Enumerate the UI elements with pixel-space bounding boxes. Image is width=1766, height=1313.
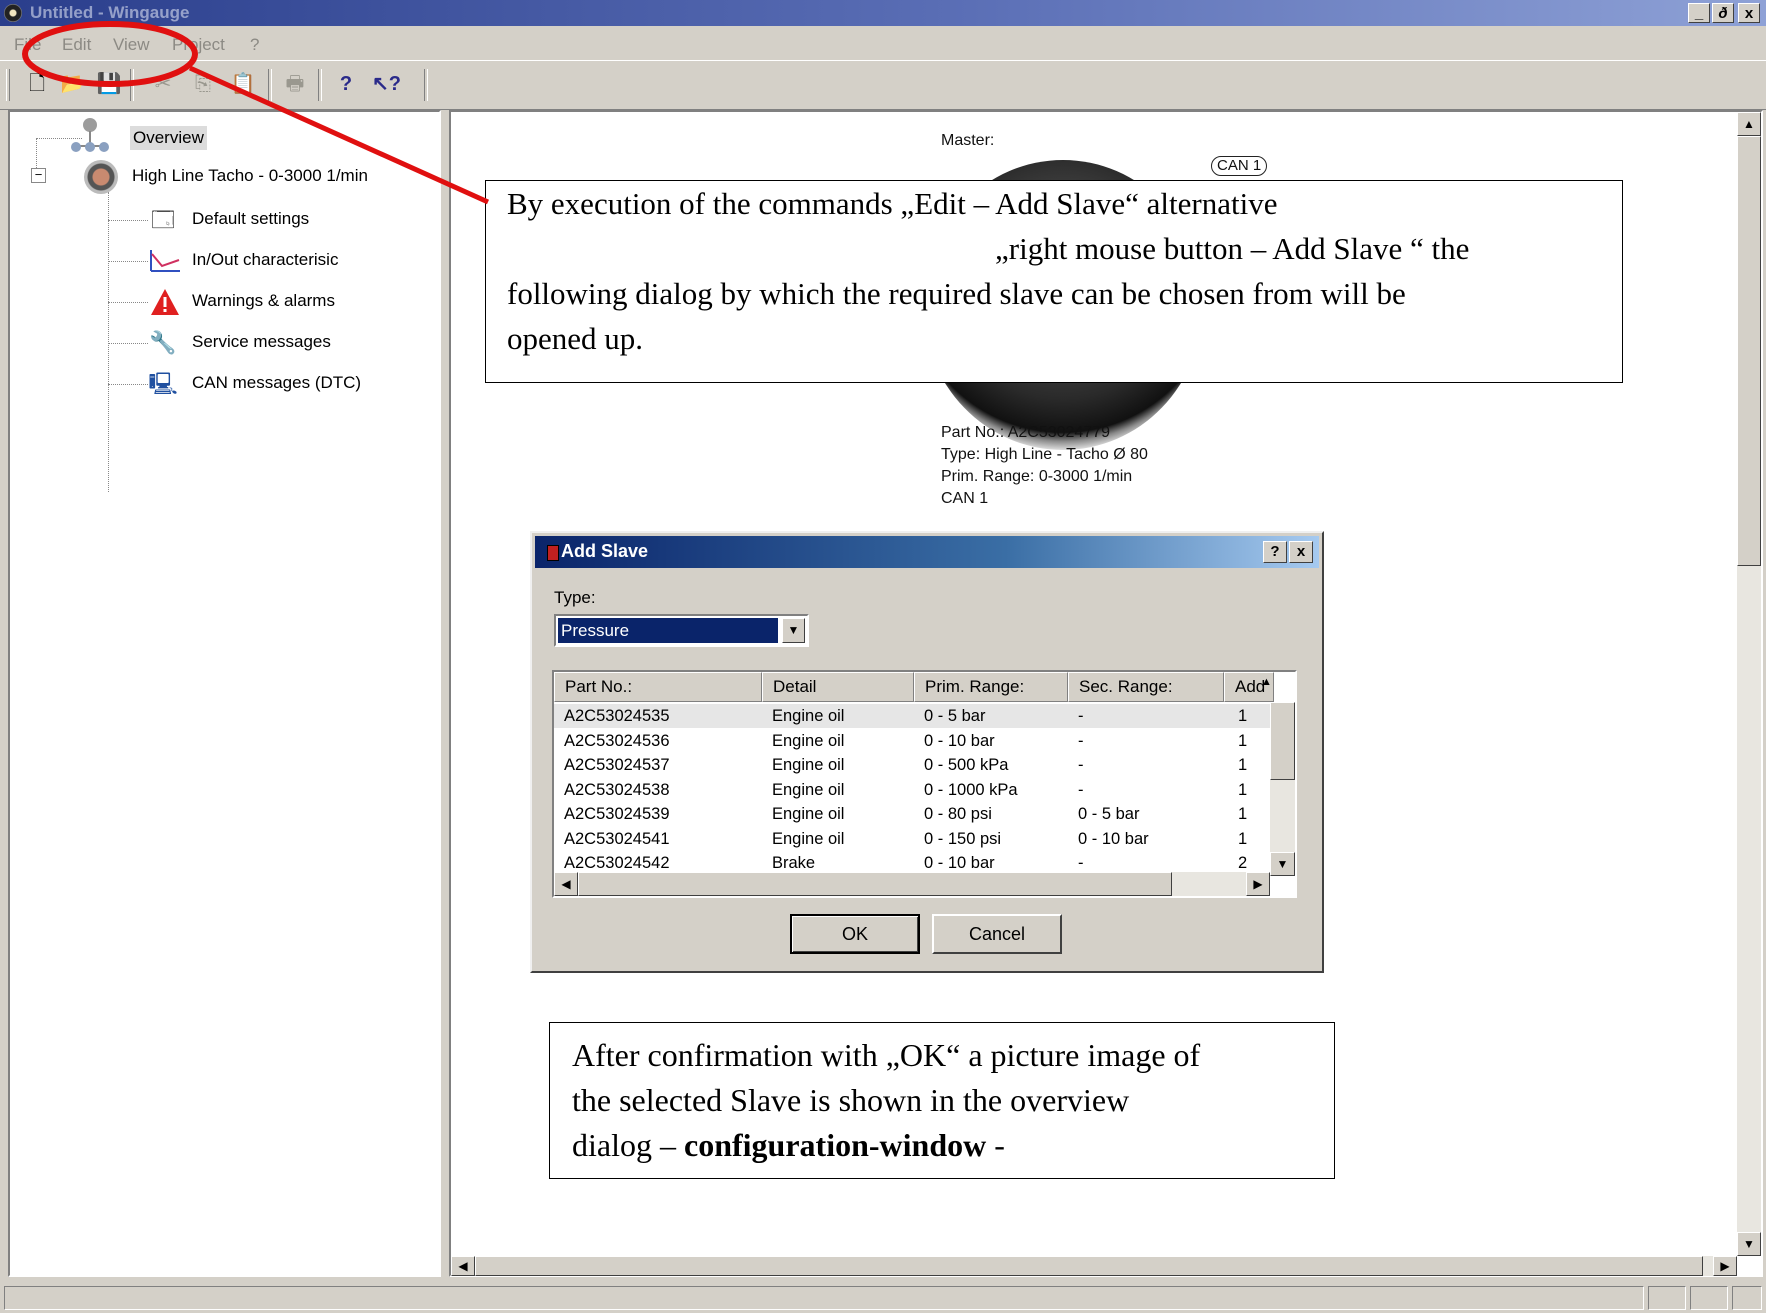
status-panel	[1732, 1286, 1762, 1310]
annotation-arrow-line	[188, 65, 490, 205]
status-panel	[1648, 1286, 1686, 1310]
status-bar	[0, 1281, 1766, 1313]
status-panel-main	[4, 1286, 1644, 1310]
annotation-ellipse	[22, 21, 198, 87]
annotation-overlay	[22, 21, 490, 205]
status-panel	[1690, 1286, 1728, 1310]
